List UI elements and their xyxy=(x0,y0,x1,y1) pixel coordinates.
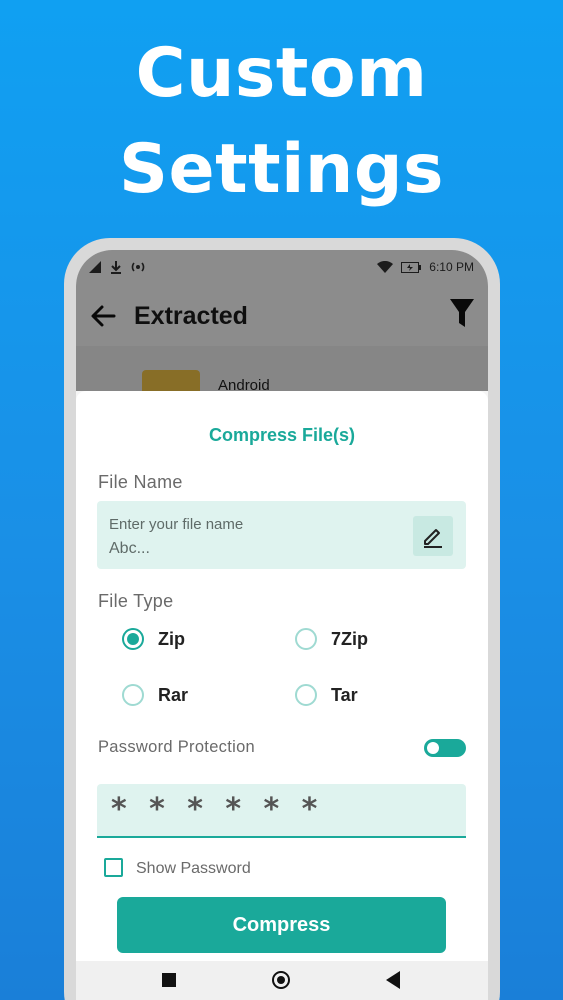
file-name-label: File Name xyxy=(98,472,183,492)
radio-button[interactable] xyxy=(295,684,317,706)
recents-icon[interactable] xyxy=(162,973,176,987)
radio-button[interactable] xyxy=(122,684,144,706)
compress-dialog: Compress File(s) File Name Enter your fi… xyxy=(76,391,488,1000)
promo-headline-line2: Settings xyxy=(119,130,444,209)
file-name-field[interactable]: Enter your file name Abc... xyxy=(97,501,466,569)
radio-label-rar: Rar xyxy=(158,684,189,705)
system-nav-bar xyxy=(76,961,488,1000)
edit-name-button[interactable] xyxy=(413,516,453,556)
radio-label-zip: Zip xyxy=(158,628,185,649)
promo-headline-line1: Custom xyxy=(135,34,428,113)
file-name-value: Abc... xyxy=(109,540,150,557)
radio-button[interactable] xyxy=(295,628,317,650)
toggle-knob xyxy=(427,742,439,754)
pencil-icon xyxy=(424,529,442,548)
password-protection-toggle[interactable] xyxy=(424,739,466,757)
compress-button[interactable]: Compress xyxy=(117,897,446,953)
show-password-checkbox[interactable] xyxy=(104,858,123,877)
password-field[interactable]: * * * * * * xyxy=(97,784,466,838)
file-name-hint: Enter your file name xyxy=(109,516,244,533)
back-triangle-icon[interactable] xyxy=(386,971,400,989)
app-background: 6:10 PM Extracted Android xyxy=(76,250,488,410)
password-value: * * * * * * xyxy=(111,792,324,827)
home-icon[interactable] xyxy=(272,971,290,989)
radio-tar[interactable]: Tar xyxy=(295,684,358,706)
radio-button-selected[interactable] xyxy=(122,628,144,650)
radio-rar[interactable]: Rar xyxy=(122,684,188,706)
dialog-scrim[interactable] xyxy=(76,250,488,391)
password-protection-label: Password Protection xyxy=(98,738,256,756)
radio-label-tar: Tar xyxy=(331,684,358,705)
radio-zip[interactable]: Zip xyxy=(122,628,185,650)
radio-7zip[interactable]: 7Zip xyxy=(295,628,368,650)
radio-label-7zip: 7Zip xyxy=(331,628,369,649)
file-type-label: File Type xyxy=(98,591,174,611)
phone-screen: 6:10 PM Extracted Android Compress File(… xyxy=(76,250,488,1000)
dialog-title: Compress File(s) xyxy=(208,425,356,445)
show-password-label: Show Password xyxy=(136,860,251,877)
